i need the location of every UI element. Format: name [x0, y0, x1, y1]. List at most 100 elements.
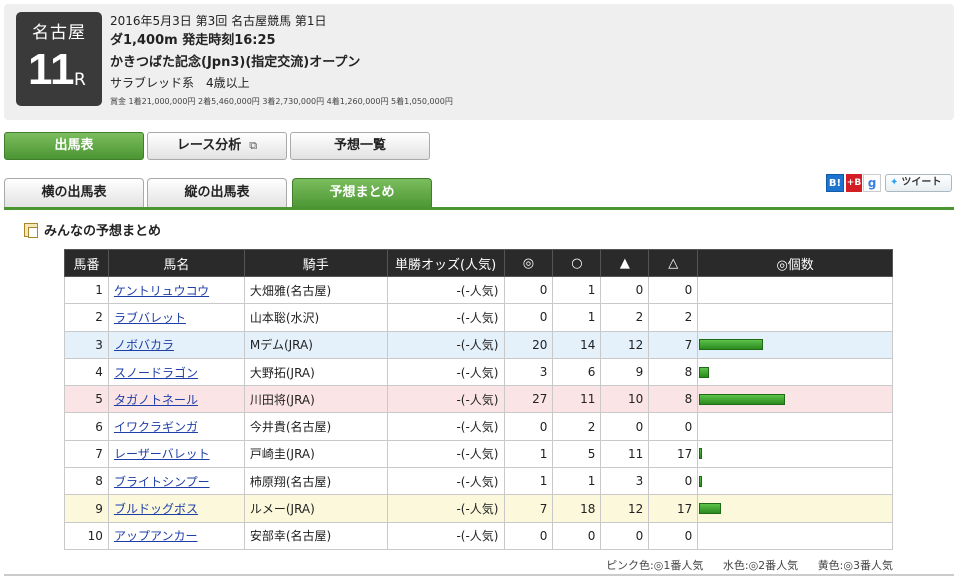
horse-name-cell: ブルドッグボス	[107, 494, 245, 523]
horse-number-cell: 5	[64, 385, 109, 414]
tab-label: 横の出馬表	[41, 185, 107, 200]
horse-name-link[interactable]: タガノトネール	[114, 393, 198, 407]
honmei-count-bar	[699, 448, 703, 460]
odds-cell: -(-人気)	[386, 330, 505, 359]
honmei-count-bar-cell	[697, 439, 893, 469]
yahoo-bookmark-icon[interactable]: +B	[846, 174, 862, 192]
document-icon	[24, 223, 38, 238]
renka-cell: 8	[648, 385, 699, 414]
horse-name-link[interactable]: ケントリュウコウ	[114, 284, 209, 298]
taikou-cell: 5	[552, 439, 602, 469]
tweet-label: ツイート	[901, 177, 942, 188]
odds-cell: -(-人気)	[386, 494, 505, 523]
honmei-cell: 0	[503, 275, 554, 305]
race-number-badge: 名古屋 11 R	[16, 12, 102, 106]
odds-cell: -(-人気)	[386, 412, 505, 441]
horse-name-cell: ノボバカラ	[107, 330, 245, 359]
odds-cell: -(-人気)	[386, 521, 505, 550]
taikou-cell: 2	[552, 412, 602, 441]
horse-name-cell: ブライトシンプー	[107, 467, 245, 496]
honmei-count-bar	[699, 393, 786, 405]
renka-cell: 8	[648, 357, 699, 387]
header-horse-number: 馬番	[64, 249, 109, 277]
odds-cell: -(-人気)	[386, 357, 505, 387]
jockey-cell: Mデム(JRA)	[243, 330, 388, 359]
race-header: 名古屋 11 R 2016年5月3日 第3回 名古屋競馬 第1日 ダ1,400m…	[4, 4, 954, 120]
twitter-bird-icon: ✦	[890, 177, 899, 188]
horse-number-cell: 7	[64, 439, 109, 469]
horse-name-cell: タガノトネール	[107, 385, 245, 414]
section-title: みんなの予想まとめ	[24, 220, 161, 239]
prediction-summary-table: 馬番 馬名 騎手 単勝オッズ(人気) ◎ ○ ▲ △ ◎個数 1 ケントリュウコウ…	[64, 249, 893, 550]
horse-number-cell: 10	[64, 521, 109, 550]
honmei-count-bar-cell	[697, 357, 893, 387]
race-distance: ダ1,400m 発走時刻16:25	[110, 33, 276, 48]
table-row: 8 ブライトシンプー 柿原翔(名古屋) -(-人気) 1 1 3 0	[64, 467, 893, 496]
tab-race-analysis[interactable]: レース分析 ⧉	[147, 132, 287, 160]
table-row: 9 ブルドッグボス ルメー(JRA) -(-人気) 7 18 12 17	[64, 494, 893, 523]
tab-vertical-entries[interactable]: 縦の出馬表	[147, 178, 287, 208]
honmei-count-bar-cell	[697, 330, 893, 359]
color-legend: ピンク色:◎1番人気 水色:◎2番人気 黄色:◎3番人気	[590, 557, 893, 573]
tab-horizontal-entries[interactable]: 横の出馬表	[4, 178, 144, 208]
horse-name-cell: スノードラゴン	[107, 357, 245, 387]
tab-shutsuba[interactable]: 出馬表	[4, 132, 144, 160]
jockey-cell: 柿原翔(名古屋)	[243, 467, 388, 496]
table-row: 5 タガノトネール 川田将(JRA) -(-人気) 27 11 10 8	[64, 385, 893, 414]
tab-label: 縦の出馬表	[184, 185, 250, 200]
honmei-count-bar-cell	[697, 494, 893, 523]
horse-name-link[interactable]: アップアンカー	[114, 529, 198, 543]
odds-cell: -(-人気)	[386, 385, 505, 414]
tanana-cell: 9	[600, 357, 650, 387]
taikou-cell: 1	[552, 303, 602, 332]
taikou-cell: 1	[552, 467, 602, 496]
header-honmei: ◎	[503, 249, 554, 277]
table-header-row: 馬番 馬名 騎手 単勝オッズ(人気) ◎ ○ ▲ △ ◎個数	[64, 249, 893, 277]
renka-cell: 2	[648, 303, 699, 332]
race-info: 2016年5月3日 第3回 名古屋競馬 第1日 ダ1,400m 発走時刻16:2…	[110, 12, 453, 110]
external-window-icon: ⧉	[249, 139, 258, 152]
honmei-count-bar-cell	[697, 385, 893, 414]
honmei-count-bar-cell	[697, 467, 893, 496]
honmei-cell: 0	[503, 521, 554, 550]
odds-cell: -(-人気)	[386, 303, 505, 332]
renka-cell: 7	[648, 330, 699, 359]
jockey-cell: 安部幸(名古屋)	[243, 521, 388, 550]
tab-prediction-list[interactable]: 予想一覧	[290, 132, 430, 160]
tanana-cell: 3	[600, 467, 650, 496]
header-taikou: ○	[552, 249, 602, 277]
horse-name-link[interactable]: ノボバカラ	[114, 338, 174, 352]
horse-name-link[interactable]: レーザーバレット	[114, 447, 210, 461]
race-suffix: R	[74, 70, 86, 90]
hatena-bookmark-icon[interactable]: B!	[826, 174, 844, 192]
horse-name-link[interactable]: スノードラゴン	[114, 366, 198, 380]
tanana-cell: 12	[600, 330, 650, 359]
header-honmei-count: ◎個数	[697, 249, 893, 277]
horse-name-link[interactable]: ブライトシンプー	[114, 475, 210, 489]
renka-cell: 0	[648, 275, 699, 305]
honmei-cell: 1	[503, 439, 554, 469]
tanana-cell: 10	[600, 385, 650, 414]
race-number: 11	[28, 45, 75, 94]
tanana-cell: 2	[600, 303, 650, 332]
jockey-cell: 大畑雅(名古屋)	[243, 275, 388, 305]
table-row: 2 ラブバレット 山本聡(水沢) -(-人気) 0 1 2 2	[64, 303, 893, 332]
horse-name-link[interactable]: ブルドッグボス	[114, 502, 198, 516]
race-prize: 賞金 1着21,000,000円 2着5,460,000円 3着2,730,00…	[110, 97, 453, 106]
horse-name-link[interactable]: ラブバレット	[114, 311, 186, 325]
google-bookmark-icon[interactable]: g	[863, 174, 881, 192]
horse-number-cell: 9	[64, 494, 109, 523]
race-class: サラブレッド系 4歳以上	[110, 76, 250, 90]
table-row: 7 レーザーバレット 戸崎圭(JRA) -(-人気) 1 5 11 17	[64, 439, 893, 469]
table-row: 10 アップアンカー 安部幸(名古屋) -(-人気) 0 0 0 0	[64, 521, 893, 550]
honmei-cell: 27	[503, 385, 554, 414]
header-tanana: ▲	[600, 249, 650, 277]
tab-prediction-summary[interactable]: 予想まとめ	[292, 178, 432, 209]
tab-underline	[4, 207, 954, 210]
horse-name-link[interactable]: イワクラギンガ	[114, 420, 198, 434]
odds-cell: -(-人気)	[386, 275, 505, 305]
legend-yellow: 黄色:◎3番人気	[817, 559, 893, 572]
header-jockey: 騎手	[243, 249, 388, 277]
tweet-button[interactable]: ✦ ツイート	[885, 174, 952, 192]
honmei-count-bar	[699, 366, 710, 378]
